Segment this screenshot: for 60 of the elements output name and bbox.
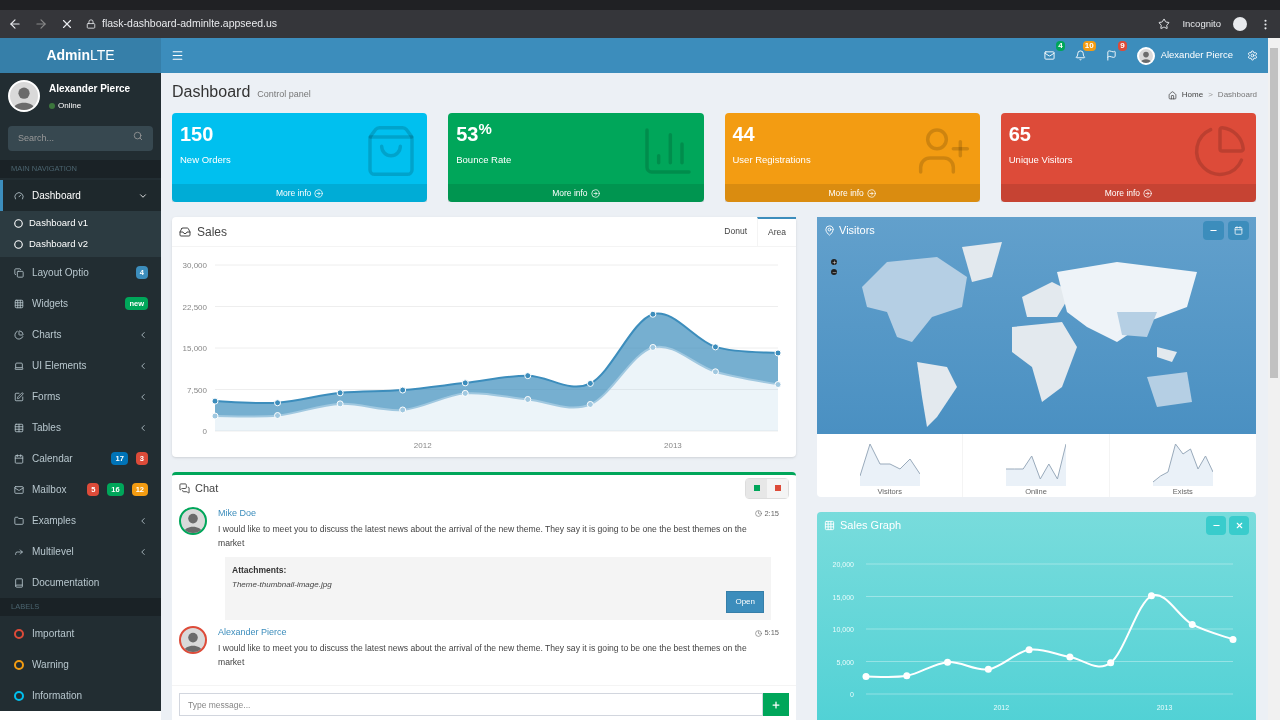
message-text: I would like to meet you to discuss the latest news about the arrival of the new theme. They say it is going to be one the best themes on the market	[218, 522, 748, 550]
nav-item[interactable]: Documentation	[0, 567, 161, 598]
stat-label: User Registrations	[732, 153, 811, 167]
panel-title: Visitors	[839, 222, 876, 238]
nav-item[interactable]: Charts	[0, 319, 161, 350]
url-text[interactable]: flask-dashboard-adminlte.appseed.us	[102, 16, 278, 32]
page-title: Dashboard	[172, 82, 251, 102]
nav-item[interactable]: Important	[0, 618, 161, 649]
search-field[interactable]: Search...	[8, 125, 153, 151]
stat-label: Bounce Rate	[456, 153, 512, 167]
message-input[interactable]: Type message...	[179, 693, 763, 716]
tick-label: 2012	[413, 441, 432, 450]
count-badge: 10	[1082, 41, 1096, 51]
stat-label: New Orders	[180, 153, 231, 167]
nav-item[interactable]: Information	[0, 680, 161, 711]
nav-subitem[interactable]: Dashboard v2	[0, 234, 161, 255]
breadcrumb-link[interactable]: Dashboard	[1217, 89, 1257, 101]
tick-label: 2013	[664, 441, 682, 450]
panel-title: Sales Graph	[840, 517, 903, 533]
tick-label: 15,000	[182, 344, 207, 353]
user-menu[interactable]: Alexander Pierce	[1160, 48, 1233, 63]
nav-item[interactable]: UI Elements	[0, 350, 161, 381]
nav-item[interactable]: Dashboard	[0, 180, 161, 211]
nav-item[interactable]: Examples	[0, 505, 161, 536]
panel-title: Chat	[195, 480, 220, 496]
page-subtitle: Control panel	[257, 88, 311, 101]
chart-tab[interactable]: Area	[757, 216, 796, 247]
tick-label: 7,500	[186, 385, 207, 395]
message-text: I would like to meet you to discuss the latest news about the arrival of the new theme. They say it is going to be one the best themes on the market	[218, 641, 748, 669]
tick-label: 30,000	[182, 261, 207, 270]
stat-value: 53$^{%}$	[456, 121, 493, 147]
sender-name[interactable]: Mike Doe	[218, 507, 256, 521]
count-badge: 4	[1056, 41, 1065, 51]
stat-value: 44	[732, 122, 756, 147]
stat-value: 150	[180, 122, 215, 147]
stat-label: Unique Visitors	[1008, 153, 1073, 167]
attachment-title: Attachments:	[232, 563, 288, 577]
nav-subitem[interactable]: Dashboard v1	[0, 213, 161, 234]
nav-item[interactable]: Warning	[0, 649, 161, 680]
user-name: Alexander Pierce	[49, 81, 131, 96]
chart-tab[interactable]: Donut	[714, 216, 758, 247]
logo[interactable]: AdminLTE	[46, 45, 115, 66]
user-status: Online	[58, 99, 82, 112]
panel-title: Sales	[197, 223, 229, 241]
tick-label: 22,500	[182, 302, 207, 312]
count-badge: 9	[1118, 41, 1127, 51]
attachment-file: Theme-thumbnail-image.jpg	[232, 579, 333, 592]
tick-label: 0	[202, 427, 207, 436]
notification-button[interactable]: 9	[1095, 38, 1127, 73]
open-button[interactable]: Open	[726, 591, 764, 614]
nav-item[interactable]: Multilevel	[0, 536, 161, 567]
sender-name[interactable]: Alexander Pierce	[218, 626, 287, 640]
breadcrumb-link[interactable]: Home	[1181, 89, 1204, 101]
browser-mode: Incognito	[1182, 16, 1221, 31]
stat-value: 65	[1008, 122, 1032, 147]
more-info-link[interactable]: More info	[448, 184, 704, 202]
more-info-link[interactable]: More info	[1000, 184, 1256, 202]
nav-item[interactable]: Tables	[0, 412, 161, 443]
breadcrumb-separator: >	[1208, 89, 1213, 101]
nav-item[interactable]: Forms	[0, 381, 161, 412]
